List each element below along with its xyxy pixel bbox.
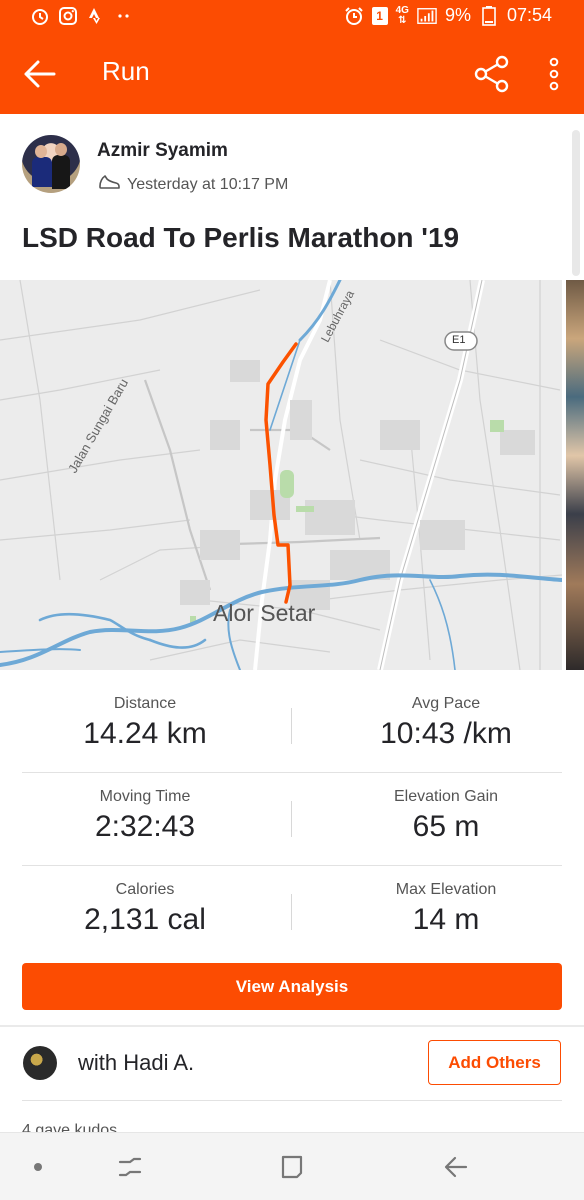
stat-divider [291, 894, 292, 930]
activity-meta: Yesterday at 10:17 PM [97, 172, 288, 197]
stat-max-elevation: Max Elevation 14 m [301, 881, 584, 937]
stat-value: 2:32:43 [94, 810, 196, 843]
status-bar: 1 4G ⇅ 9% 07:54 [0, 0, 584, 34]
status-right: 1 4G ⇅ 9% 07:54 [344, 5, 552, 26]
app-bar: Run [0, 34, 584, 114]
stat-label: Distance [113, 695, 177, 712]
stat-label: Avg Pace [411, 695, 481, 712]
activity-photo-preview[interactable] [566, 280, 584, 670]
stat-value: 2,131 cal [84, 903, 206, 936]
shoe-icon [97, 172, 121, 197]
stat-moving-time: Moving Time 2:32:43 [0, 788, 290, 844]
instagram-icon [58, 6, 78, 26]
stat-value: 10:43 /km [380, 717, 512, 750]
sim-badge: 1 [376, 8, 383, 23]
stats-row-divider [22, 865, 562, 866]
stat-value: 65 m [412, 810, 480, 843]
section-divider [0, 1025, 584, 1027]
battery-percent: 9% [444, 5, 471, 25]
page-title: Run [102, 56, 150, 86]
signal-icon [417, 6, 437, 26]
share-icon[interactable] [472, 54, 512, 94]
stat-label: Elevation Gain [393, 788, 499, 805]
activity-timestamp: Yesterday at 10:17 PM [127, 175, 289, 193]
companion-avatar[interactable] [23, 1046, 57, 1080]
recent-apps-icon[interactable] [114, 1151, 146, 1183]
strava-icon [86, 6, 106, 26]
stat-label: Moving Time [99, 788, 191, 805]
stat-calories: Calories 2,131 cal [0, 881, 290, 937]
battery-icon [479, 5, 499, 26]
scroll-indicator [572, 130, 580, 276]
overview-icon[interactable] [276, 1151, 308, 1183]
home-dot-icon[interactable] [22, 1151, 54, 1183]
status-left-icons [30, 6, 134, 26]
athlete-avatar[interactable] [22, 135, 80, 193]
with-athletes-text[interactable]: with Hadi A. [78, 1050, 194, 1076]
athlete-name[interactable]: Azmir Syamim [97, 140, 228, 162]
alarm-clock-icon [344, 6, 364, 26]
stats-row-divider [22, 772, 562, 773]
clock: 07:54 [506, 5, 552, 25]
back-icon[interactable] [440, 1151, 472, 1183]
stat-distance: Distance 14.24 km [0, 695, 290, 751]
stat-label: Max Elevation [395, 881, 497, 898]
view-analysis-button[interactable]: View Analysis [22, 963, 562, 1010]
stat-avg-pace: Avg Pace 10:43 /km [301, 695, 584, 751]
section-divider [22, 1100, 562, 1101]
sim-icon: 1 [371, 6, 388, 25]
stat-elevation-gain: Elevation Gain 65 m [301, 788, 584, 844]
stat-value: 14 m [412, 903, 480, 936]
network-icon: 4G ⇅ [395, 4, 409, 26]
stat-value: 14.24 km [83, 717, 207, 750]
back-arrow-icon[interactable] [20, 54, 60, 94]
activity-title: LSD Road To Perlis Marathon '19 [22, 222, 460, 253]
add-others-button[interactable]: Add Others [428, 1040, 561, 1085]
stat-divider [291, 801, 292, 837]
route-map[interactable]: Alor Setar Jalan Sungai Baru Lebuhraya E… [0, 280, 562, 670]
stat-label: Calories [115, 881, 175, 898]
map-label-city: Alor Setar [213, 600, 316, 626]
more-dots-icon [114, 6, 134, 26]
map-label-highway: E1 [452, 334, 466, 346]
overflow-menu-icon[interactable] [540, 54, 568, 94]
stat-divider [291, 708, 292, 744]
system-nav-bar [0, 1132, 584, 1200]
alarm-icon [30, 6, 50, 26]
